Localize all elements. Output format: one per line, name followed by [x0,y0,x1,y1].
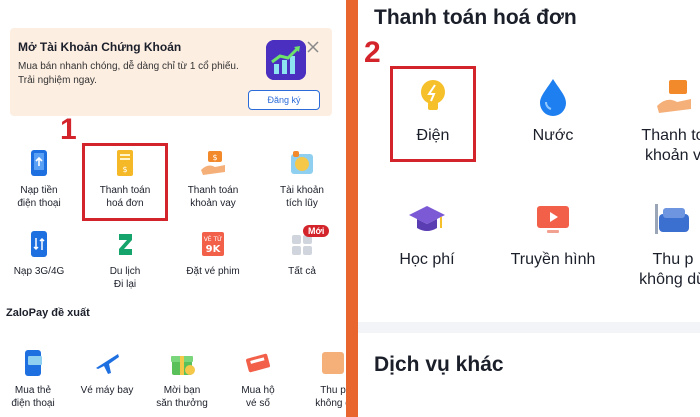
other-services-title: Dịch vụ khác [374,353,504,376]
service-label: khoản vay [190,198,236,209]
bill-type-label: Thanh to [641,127,700,144]
promo-banner[interactable]: Mở Tài Khoản Chứng Khoán Mua bán nhanh c… [10,28,332,116]
bill-tuition[interactable]: Học phí [372,200,482,270]
gift-icon [171,356,195,375]
service-lottery[interactable]: Mua hộ vé số [218,348,298,410]
fee-icon [322,352,344,374]
service-flight[interactable]: Vé máy bay [67,348,147,397]
page-title: Thanh toán hoá đơn [374,6,577,29]
lightbulb-icon [421,80,445,110]
service-label: Thu p [320,385,346,396]
svg-text:$: $ [212,153,217,162]
service-label: Vé máy bay [80,385,134,396]
bill-water[interactable]: Nước [498,76,608,146]
bill-loan[interactable]: Thanh to khoản v [618,76,700,166]
travel-icon [119,234,132,255]
service-loan-payment[interactable]: $ Thanh toán khoản vay [173,148,253,210]
promo-title: Mở Tài Khoản Chứng Khoán [18,40,182,54]
bill-tv[interactable]: Truyền hình [498,200,608,270]
tv-icon [537,206,569,233]
promo-description: Mua bán nhanh chóng, dễ dàng chỉ từ 1 cổ… [18,61,239,86]
service-label: Mua thẻ [14,385,52,396]
bill-type-label: Truyền hình [510,251,596,268]
service-label: Đặt vé phim [186,266,240,277]
register-button[interactable]: Đăng ký [248,90,320,110]
service-savings-account[interactable]: Tài khoản tích lũy [262,148,342,210]
step-marker-1: 1 [60,113,77,146]
stock-chart-icon [266,40,306,80]
suggest-section-title: ZaloPay đề xuất [6,307,90,319]
left-screen: Mở Tài Khoản Chứng Khoán Mua bán nhanh c… [0,0,346,417]
bill-toll[interactable]: Thu p không dừ [618,200,700,290]
service-label: Tài khoản [280,185,324,196]
lottery-icon [246,353,270,373]
bill-icon: $ [117,150,133,176]
svg-text:$: $ [122,165,127,174]
bill-electricity[interactable]: Điện [378,76,488,146]
loan-icon [657,80,691,113]
service-label: tích lũy [286,198,318,209]
service-movie-ticket[interactable]: VÉ TỪ 9K Đặt vé phim [173,229,253,278]
service-phone-topup[interactable]: Nạp tiền điện thoại [0,148,79,210]
phone-card-icon [25,350,42,376]
bill-type-label: không dừ [639,271,700,288]
bill-type-label: Học phí [399,251,455,268]
airplane-icon [96,354,119,374]
movie-ticket-icon: VÉ TỪ 9K [202,232,224,256]
service-fee-collection[interactable]: Thu p không d [293,348,346,410]
bill-type-label: Điện [416,127,450,144]
close-icon[interactable] [306,40,320,54]
service-label: Nạp tiền [20,185,58,196]
service-label: Thanh toán [99,185,151,196]
phone-topup-icon [31,150,47,176]
savings-icon [291,151,313,174]
service-phone-card[interactable]: Mua thẻ điện thoại [0,348,73,410]
service-label: Mua hộ [241,385,275,396]
service-label: không d [315,398,346,409]
bill-type-label: Thu p [652,251,694,268]
svg-text:VÉ TỪ: VÉ TỪ [204,235,223,243]
service-label: Du lịch [109,266,141,277]
service-label: hoá đơn [106,198,144,209]
service-label: săn thưởng [156,398,208,409]
svg-text:9K: 9K [206,244,222,255]
new-badge: Mới [303,225,330,237]
graduation-cap-icon [409,206,445,231]
service-label: Tất cả [288,266,316,277]
service-all[interactable]: Tất cả [262,229,342,278]
service-label: Nạp 3G/4G [13,266,65,277]
service-label: vé số [246,398,270,409]
service-travel[interactable]: Du lịch Đi lại [85,229,165,291]
service-label: điện thoại [11,398,55,409]
toll-icon [655,204,689,234]
service-invite-friends[interactable]: Mời bạn săn thưởng [142,348,222,410]
service-data-topup[interactable]: Nạp 3G/4G [0,229,79,278]
bill-type-label: khoản v [644,147,700,164]
step-marker-2: 2 [364,36,381,69]
service-label: điện thoại [17,198,61,209]
water-drop-icon [540,79,566,116]
service-bill-payment[interactable]: $ Thanh toán hoá đơn [85,148,165,210]
right-screen: Thanh toán hoá đơn 2 Điện Nước Thanh to … [358,0,700,417]
service-label: Thanh toán [187,185,239,196]
data-topup-icon [31,231,47,257]
bill-type-label: Nước [532,127,574,144]
loan-icon: $ [201,151,225,175]
service-label: Đi lại [113,279,137,290]
service-label: Mời bạn [163,385,201,396]
